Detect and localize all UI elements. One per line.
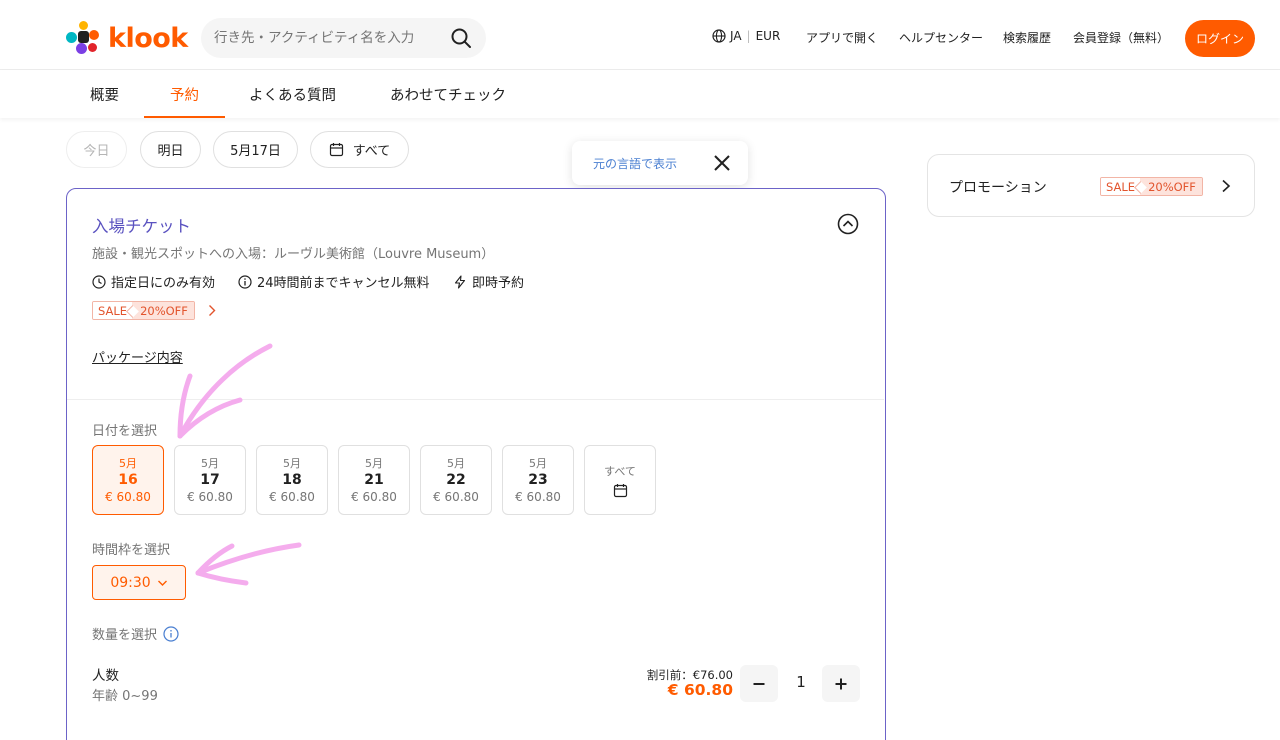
date-day: 16 [118, 471, 138, 488]
chip-may17[interactable]: 5月17日 [213, 131, 298, 168]
date-price: € 60.80 [351, 489, 397, 504]
quantity-decrease-button[interactable] [740, 665, 778, 702]
package-details-link[interactable]: パッケージ内容 [92, 347, 183, 366]
date-tile-all[interactable]: すべて [584, 445, 656, 515]
tab-overview[interactable]: 概要 [90, 84, 119, 105]
discount-label: 20%OFF [1140, 178, 1202, 195]
date-price: € 60.80 [187, 489, 233, 504]
clock-icon [92, 274, 106, 289]
date-price: € 60.80 [105, 489, 151, 504]
klook-logo[interactable]: klook [66, 20, 188, 56]
sale-badge: SALE 20%OFF [1100, 177, 1203, 196]
calendar-icon [613, 483, 627, 497]
quantity-increase-button[interactable] [822, 665, 860, 702]
promotion-card[interactable]: プロモーション SALE 20%OFF [927, 154, 1255, 217]
calendar-icon [329, 143, 343, 157]
date-price: € 60.80 [515, 489, 561, 504]
top-header: klook JA | EUR アプリで開く ヘルプセンター 検索履歴 会員登録（… [0, 0, 1280, 70]
date-select-label: 日付を選択 [92, 424, 158, 439]
date-tile-16[interactable]: 5月 16 € 60.80 [92, 445, 164, 515]
minus-icon [753, 682, 765, 685]
logo-text: klook [108, 22, 188, 54]
date-day: 22 [446, 471, 466, 488]
nav-open-app[interactable]: アプリで開く [806, 29, 878, 46]
date-month: 5月 [119, 456, 137, 470]
show-original-language-link[interactable]: 元の言語で表示 [593, 155, 677, 172]
time-slot-dropdown[interactable]: 09:30 [92, 565, 186, 600]
date-tile-22[interactable]: 5月 22 € 60.80 [420, 445, 492, 515]
tab-related[interactable]: あわせてチェック [390, 84, 506, 105]
chevron-right-icon [1222, 179, 1231, 193]
tab-booking[interactable]: 予約 [170, 84, 199, 105]
feature-instant-booking: 即時予約 [453, 272, 524, 291]
date-month: 5月 [447, 456, 465, 470]
date-month: 5月 [201, 456, 219, 470]
separator: | [746, 29, 751, 43]
info-icon [238, 274, 252, 289]
globe-icon [712, 29, 726, 43]
close-icon[interactable] [712, 153, 732, 173]
date-tile-21[interactable]: 5月 21 € 60.80 [338, 445, 410, 515]
date-day: 23 [528, 471, 548, 488]
feature-label: 24時間前までキャンセル無料 [257, 276, 430, 291]
nav-signup[interactable]: 会員登録（無料） [1073, 29, 1169, 46]
date-tile-17[interactable]: 5月 17 € 60.80 [174, 445, 246, 515]
klook-logo-icon [66, 21, 100, 55]
feature-free-cancel: 24時間前までキャンセル無料 [238, 272, 430, 291]
translate-popup: 元の言語で表示 [572, 141, 748, 185]
date-month: 5月 [365, 456, 383, 470]
discounted-price: € 60.80 [667, 681, 733, 699]
date-day: 17 [200, 471, 220, 488]
chip-today: 今日 [66, 131, 127, 168]
divider [67, 399, 884, 400]
feature-label: 指定日にのみ有効 [111, 276, 216, 291]
feature-label: 即時予約 [472, 276, 525, 291]
date-month: 5月 [283, 456, 301, 470]
quantity-value: 1 [796, 673, 806, 691]
package-title: 入場チケット [92, 217, 191, 236]
date-all-label: すべて [604, 464, 636, 478]
person-age-range: 年齢 0~99 [92, 689, 158, 704]
nav-help-center[interactable]: ヘルプセンター [899, 29, 983, 46]
chip-all-dates[interactable]: すべて [310, 131, 409, 168]
date-day: 18 [282, 471, 302, 488]
date-day: 21 [364, 471, 384, 488]
quantity-label-text: 数量を選択 [92, 628, 158, 643]
package-sale-badge[interactable]: SALE 20%OFF [92, 301, 195, 320]
date-tile-23[interactable]: 5月 23 € 60.80 [502, 445, 574, 515]
currency-label: EUR [755, 29, 781, 43]
info-icon[interactable] [163, 625, 179, 642]
search-bar[interactable] [201, 18, 486, 58]
quantity-select-label: 数量を選択 [92, 624, 179, 643]
package-subtitle: 施設・観光スポットへの入場：ルーヴル美術館（Louvre Museum） [92, 247, 495, 262]
date-price: € 60.80 [433, 489, 479, 504]
chip-tomorrow[interactable]: 明日 [140, 131, 201, 168]
package-card: 入場チケット 施設・観光スポットへの入場：ルーヴル美術館（Louvre Muse… [66, 188, 886, 740]
promotion-title: プロモーション [949, 180, 1047, 196]
login-button[interactable]: ログイン [1185, 20, 1255, 57]
active-tab-indicator [144, 116, 225, 118]
language-currency-switch[interactable]: JA | EUR [712, 29, 780, 43]
nav-search-history[interactable]: 検索履歴 [1003, 29, 1051, 46]
tab-faq[interactable]: よくある質問 [249, 84, 336, 105]
person-label: 人数 [92, 668, 119, 684]
chip-all-label: すべて [352, 144, 391, 159]
plus-icon [835, 678, 847, 689]
date-month: 5月 [529, 456, 547, 470]
search-icon[interactable] [450, 27, 472, 49]
chevron-up-icon[interactable] [837, 213, 859, 235]
search-input[interactable] [214, 30, 444, 46]
feature-fixed-date: 指定日にのみ有効 [92, 272, 215, 291]
language-label: JA [730, 29, 742, 43]
chevron-down-icon [157, 580, 167, 586]
date-price: € 60.80 [269, 489, 315, 504]
discount-label: 20%OFF [132, 302, 194, 319]
lightning-icon [454, 274, 466, 289]
time-slot-value: 09:30 [110, 574, 151, 591]
time-select-label: 時間枠を選択 [92, 543, 171, 558]
section-tabs: 概要 予約 よくある質問 あわせてチェック [0, 70, 1280, 118]
date-tile-18[interactable]: 5月 18 € 60.80 [256, 445, 328, 515]
chevron-right-icon[interactable] [207, 304, 217, 317]
